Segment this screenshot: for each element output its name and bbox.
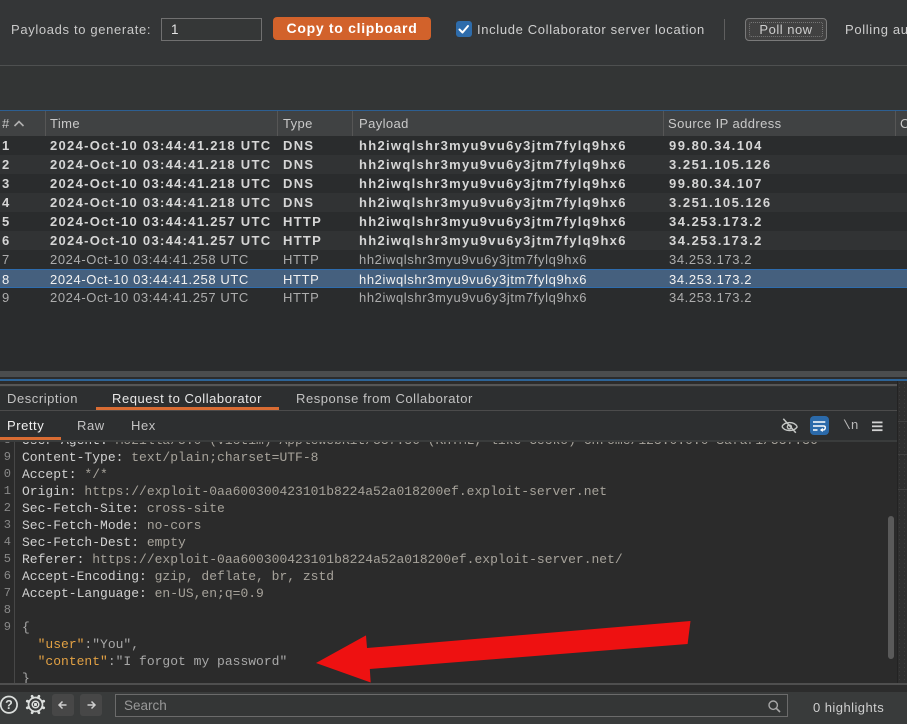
svg-text:?: ? bbox=[5, 698, 13, 712]
